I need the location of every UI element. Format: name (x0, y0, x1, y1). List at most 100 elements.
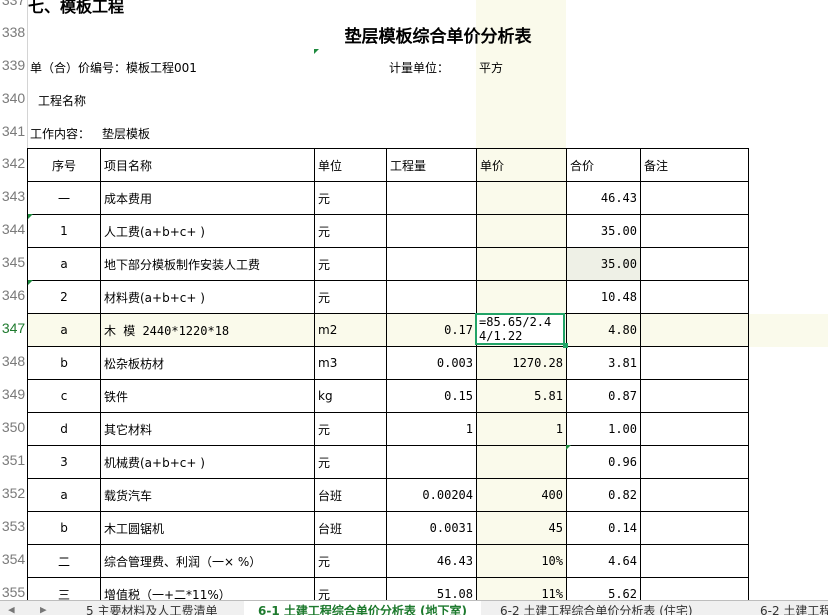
table-cell[interactable]: 木 模 2440*1220*18 (100, 313, 315, 347)
table-cell[interactable]: 45 (476, 511, 567, 545)
table-cell[interactable]: b (27, 511, 101, 545)
table-cell[interactable] (640, 313, 749, 347)
work-value[interactable]: 垫层模板 (102, 125, 150, 142)
table-cell[interactable] (386, 181, 477, 215)
table-cell[interactable]: 元 (314, 181, 387, 215)
table-cell[interactable] (640, 412, 749, 446)
table-cell[interactable]: 35.00 (566, 247, 641, 281)
table-cell[interactable]: 木工圆锯机 (100, 511, 315, 545)
table-cell[interactable]: 二 (27, 544, 101, 578)
row-header-338[interactable]: 338 (0, 24, 27, 46)
table-cell[interactable]: 2 (27, 280, 101, 314)
table-cell[interactable]: 1 (476, 412, 567, 446)
table-cell[interactable]: 1 (386, 412, 477, 446)
table-cell[interactable] (476, 445, 567, 479)
tab-scroll-left-icon[interactable]: ◀ (8, 601, 15, 615)
table-cell[interactable]: 0.17 (386, 313, 477, 347)
row-header-348[interactable]: 348 (0, 353, 27, 375)
unit-label[interactable]: 计量单位： (389, 59, 449, 76)
sheet-tab[interactable]: 6-2 土建工程综合单价分析表 (住宅) (486, 601, 707, 615)
row-header-352[interactable]: 352 (0, 485, 27, 507)
row-header-346[interactable]: 346 (0, 287, 27, 309)
table-cell[interactable]: 4.80 (566, 313, 641, 347)
row-header-350[interactable]: 350 (0, 419, 27, 441)
table-cell[interactable]: 46.43 (566, 181, 641, 215)
table-cell[interactable]: 松杂板枋材 (100, 346, 315, 380)
row-header-339[interactable]: 339 (0, 57, 27, 79)
table-cell[interactable]: 元 (314, 412, 387, 446)
unit-value[interactable]: 平方 (479, 59, 503, 76)
table-cell[interactable]: 35.00 (566, 214, 641, 248)
header-cell[interactable]: 工程量 (386, 148, 477, 182)
table-cell[interactable]: 一 (27, 181, 101, 215)
table-cell[interactable]: 10.48 (566, 280, 641, 314)
table-cell[interactable] (476, 280, 567, 314)
table-cell[interactable] (476, 181, 567, 215)
table-cell[interactable]: 机械费(a+b+c+ ) (100, 445, 315, 479)
table-cell[interactable] (386, 247, 477, 281)
table-cell[interactable]: 0.82 (566, 478, 641, 512)
row-header-344[interactable]: 344 (0, 221, 27, 243)
table-cell[interactable]: 台班 (314, 478, 387, 512)
table-cell[interactable]: 0.00204 (386, 478, 477, 512)
table-cell[interactable]: m3 (314, 346, 387, 380)
table-cell[interactable]: 46.43 (386, 544, 477, 578)
table-cell[interactable]: 0.14 (566, 511, 641, 545)
table-cell[interactable]: 材料费(a+b+c+ ) (100, 280, 315, 314)
row-header-349[interactable]: 349 (0, 386, 27, 408)
table-cell[interactable]: 综合管理费、利润（一× %） (100, 544, 315, 578)
table-cell[interactable]: 元 (314, 214, 387, 248)
header-cell[interactable]: 备注 (640, 148, 749, 182)
fill-handle[interactable] (563, 343, 568, 348)
table-cell[interactable]: a (27, 247, 101, 281)
sheet-tab[interactable]: 5 主要材料及人工费清单 (72, 601, 231, 615)
table-cell[interactable] (640, 280, 749, 314)
table-cell[interactable]: 3.81 (566, 346, 641, 380)
table-cell[interactable]: 400 (476, 478, 567, 512)
table-cell[interactable]: a (27, 478, 101, 512)
row-header-341[interactable]: 341 (0, 123, 27, 145)
table-cell[interactable]: 0.003 (386, 346, 477, 380)
work-label[interactable]: 工作内容： (30, 125, 90, 142)
table-cell[interactable]: 0.87 (566, 379, 641, 413)
table-cell[interactable] (640, 544, 749, 578)
table-cell[interactable]: m2 (314, 313, 387, 347)
table-cell[interactable]: c (27, 379, 101, 413)
row-header-342[interactable]: 342 (0, 155, 27, 177)
table-cell[interactable] (640, 214, 749, 248)
code-label[interactable]: 单（合）价编号：模板工程001 (30, 59, 197, 76)
table-cell[interactable]: a (27, 313, 101, 347)
sheet-title[interactable]: 垫层模板综合单价分析表 (314, 22, 562, 47)
table-cell[interactable]: 0.0031 (386, 511, 477, 545)
table-cell[interactable] (640, 478, 749, 512)
table-cell[interactable] (386, 445, 477, 479)
table-cell[interactable] (640, 346, 749, 380)
table-cell[interactable]: d (27, 412, 101, 446)
table-cell[interactable]: 4.64 (566, 544, 641, 578)
table-cell[interactable] (640, 445, 749, 479)
table-cell[interactable]: 1270.28 (476, 346, 567, 380)
table-cell[interactable]: 元 (314, 445, 387, 479)
row-header-343[interactable]: 343 (0, 188, 27, 210)
table-cell[interactable]: 其它材料 (100, 412, 315, 446)
table-cell[interactable]: 5.81 (476, 379, 567, 413)
table-cell[interactable]: 1 (27, 214, 101, 248)
table-cell[interactable]: 地下部分模板制作安装人工费 (100, 247, 315, 281)
table-cell[interactable] (640, 247, 749, 281)
row-header-340[interactable]: 340 (0, 90, 27, 112)
row-header-345[interactable]: 345 (0, 254, 27, 276)
table-cell[interactable]: 铁件 (100, 379, 315, 413)
table-cell[interactable] (386, 214, 477, 248)
row-header-353[interactable]: 353 (0, 518, 27, 540)
sheet-tab[interactable]: 6-1 土建工程综合单价分析表 (地下室) (244, 601, 482, 615)
row-header-351[interactable]: 351 (0, 452, 27, 474)
table-cell[interactable] (476, 247, 567, 281)
table-cell[interactable]: 0.96 (566, 445, 641, 479)
header-cell[interactable]: 序号 (27, 148, 101, 182)
cell-editor[interactable]: =85.65/2.44/1.22 (475, 313, 565, 345)
table-cell[interactable]: 成本费用 (100, 181, 315, 215)
table-cell[interactable] (640, 181, 749, 215)
row-header-354[interactable]: 354 (0, 551, 27, 573)
table-cell[interactable]: 1.00 (566, 412, 641, 446)
table-cell[interactable] (640, 511, 749, 545)
